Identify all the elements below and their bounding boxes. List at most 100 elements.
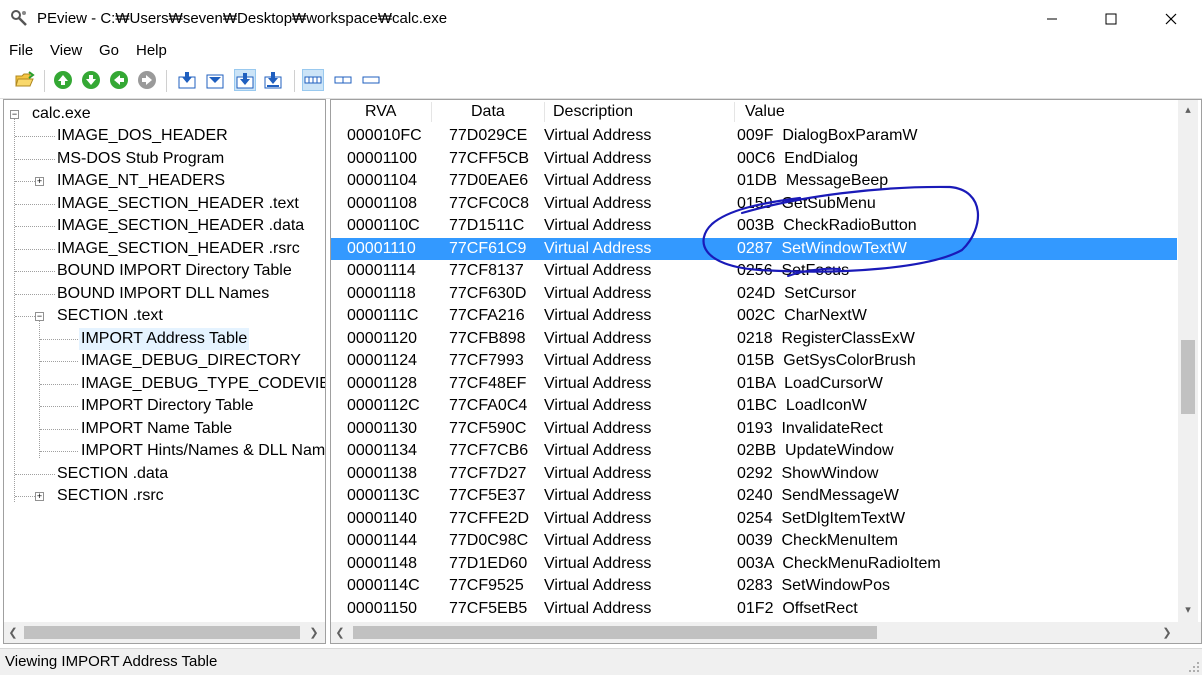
resize-grip-icon[interactable]	[1188, 661, 1200, 673]
menu-file[interactable]: File	[9, 42, 33, 59]
scroll-down-arrow-icon[interactable]: ▾	[1182, 603, 1194, 616]
table-row[interactable]: 0000114C 77CF9525 Virtual Address 0283 SetW…	[331, 575, 1177, 598]
table-row[interactable]: 00001108 77CFC0C8 Virtual Address 0159 GetS…	[331, 193, 1177, 216]
table-row[interactable]: 00001100 77CFF5CB Virtual Address 00C6 EndD…	[331, 148, 1177, 171]
tree-line	[15, 204, 55, 205]
back-button[interactable]	[52, 69, 74, 91]
tree-item-ms-dos-stub[interactable]: MS-DOS Stub Program	[57, 148, 224, 170]
expand-all-button[interactable]	[176, 69, 198, 91]
tree-item-import-directory-table[interactable]: IMPORT Directory Table	[81, 395, 254, 417]
table-row[interactable]: 0000110C 77D1511C Virtual Address 003B Chec…	[331, 215, 1177, 238]
previous-button[interactable]	[108, 69, 130, 91]
cell-data: 77CFA0C4	[449, 397, 528, 414]
table-row[interactable]: 00001110 77CF61C9 Virtual Address 0287 SetW…	[331, 237, 1177, 260]
status-text: Viewing IMPORT Address Table	[5, 653, 218, 670]
tree-hscroll-thumb[interactable]	[24, 626, 300, 639]
tree-item-import-address-table[interactable]: IMPORT Address Table	[79, 328, 250, 350]
collapse-toggle-calc-exe[interactable]: −	[10, 110, 19, 119]
tree-item-image-nt-headers[interactable]: IMAGE_NT_HEADERS	[57, 170, 225, 192]
table-row[interactable]: 00001104 77D0EAE6 Virtual Address 01DB Mess…	[331, 170, 1177, 193]
table-row[interactable]: 00001128 77CF48EF Virtual Address 01BA Load…	[331, 373, 1177, 396]
scroll-right-arrow-icon[interactable]: ❯	[1161, 626, 1173, 639]
tree-line	[15, 271, 55, 272]
tree-item-bound-import-dll-names[interactable]: BOUND IMPORT DLL Names	[57, 283, 269, 305]
expand-toggle-section-rsrc[interactable]: +	[35, 492, 44, 501]
tree-item-section-rsrc[interactable]: SECTION .rsrc	[57, 485, 164, 507]
menu-help[interactable]: Help	[136, 42, 167, 59]
tree-item-import-hints-names[interactable]: IMPORT Hints/Names & DLL Names	[81, 440, 325, 462]
table-row[interactable]: 00001134 77CF7CB6 Virtual Address 02BB Upda…	[331, 440, 1177, 463]
detail-pane[interactable]: RVA Data Description Value 000010FC 77D02…	[330, 99, 1202, 644]
cell-value: 002C CharNextW	[737, 307, 867, 324]
cell-data: 77D1ED60	[449, 554, 528, 572]
scroll-left-arrow-icon[interactable]: ❮	[7, 626, 19, 639]
tree-item-image-debug-directory[interactable]: IMAGE_DEBUG_DIRECTORY	[81, 350, 301, 372]
tree-item-image-dos-header[interactable]: IMAGE_DOS_HEADER	[57, 125, 228, 147]
cell-data: 77CF5EB5	[449, 599, 528, 617]
table-vertical-scrollbar[interactable]: ▴ ▾	[1178, 100, 1198, 622]
scroll-up-arrow-icon[interactable]: ▴	[1182, 103, 1194, 116]
collapse-toggle-section-text[interactable]: −	[35, 312, 44, 321]
tree-item-section-text[interactable]: SECTION .text	[57, 305, 163, 327]
table-row[interactable]: 00001138 77CF7D27 Virtual Address 0292 Show…	[331, 463, 1177, 486]
cell-value: 0283 SetWindowPos	[737, 577, 890, 594]
tree-item-bound-import-directory[interactable]: BOUND IMPORT Directory Table	[57, 260, 292, 282]
tree-item-section-header-text[interactable]: IMAGE_SECTION_HEADER .text	[57, 193, 299, 215]
tree-item-import-name-table[interactable]: IMPORT Name Table	[81, 418, 232, 440]
table-hscroll-thumb[interactable]	[353, 626, 877, 639]
column-separator[interactable]	[544, 102, 545, 122]
view-word-button[interactable]	[332, 69, 354, 91]
menu-go[interactable]: Go	[99, 42, 119, 59]
column-header-value[interactable]: Value	[745, 100, 785, 124]
table-row[interactable]: 0000111C 77CFA216 Virtual Address 002C Char…	[331, 305, 1177, 328]
table-row[interactable]: 00001130 77CF590C Virtual Address 0193 Inva…	[331, 418, 1177, 441]
table-row[interactable]: 00001124 77CF7993 Virtual Address 015B GetS…	[331, 350, 1177, 373]
table-row[interactable]: 00001140 77CFFE2D Virtual Address 0254 SetD…	[331, 508, 1177, 531]
cell-data: 77D0C98C	[449, 532, 529, 549]
column-header-rva[interactable]: RVA	[365, 100, 397, 124]
tree-item-calc-exe[interactable]: calc.exe	[32, 103, 91, 125]
table-row[interactable]: 00001150 77CF5EB5 Virtual Address 01F2 Offs…	[331, 598, 1177, 621]
table-row[interactable]: 00001114 77CF8137 Virtual Address 0256 SetF…	[331, 260, 1177, 283]
tree-horizontal-scrollbar[interactable]: ❮ ❯	[4, 622, 325, 643]
table-row[interactable]: 00001120 77CFB898 Virtual Address 0218 Regi…	[331, 328, 1177, 351]
tree-line	[40, 406, 78, 407]
scroll-right-arrow-icon[interactable]: ❯	[308, 626, 320, 639]
cell-rva: 00001118	[347, 284, 416, 302]
forward-button[interactable]	[80, 69, 102, 91]
collapse-button[interactable]	[204, 69, 226, 91]
tree-item-section-data[interactable]: SECTION .data	[57, 463, 168, 485]
cell-data: 77CF61C9	[449, 239, 527, 257]
table-row[interactable]: 0000112C 77CFA0C4 Virtual Address 01BC Load…	[331, 395, 1177, 418]
go-to-selected-button[interactable]	[234, 69, 256, 91]
next-button[interactable]	[136, 69, 158, 91]
table-horizontal-scrollbar[interactable]: ❮ ❯	[331, 622, 1178, 643]
scroll-left-arrow-icon[interactable]: ❮	[334, 626, 346, 639]
table-row[interactable]: 00001144 77D0C98C Virtual Address 0039 Chec…	[331, 530, 1177, 553]
cell-rva: 00001124	[347, 352, 417, 369]
tree-item-section-header-rsrc[interactable]: IMAGE_SECTION_HEADER .rsrc	[57, 238, 300, 260]
minimize-button[interactable]	[1029, 0, 1075, 38]
view-dword-button[interactable]	[360, 69, 382, 91]
table-row[interactable]: 00001148 77D1ED60 Virtual Address 003A Chec…	[331, 553, 1177, 576]
open-button[interactable]	[14, 69, 36, 91]
column-header-description[interactable]: Description	[553, 100, 634, 124]
go-to-bottom-button[interactable]	[262, 69, 284, 91]
close-button[interactable]	[1148, 0, 1194, 38]
tree-item-image-debug-type-codeview[interactable]: IMAGE_DEBUG_TYPE_CODEVIEW	[81, 373, 325, 395]
expand-toggle-nt-headers[interactable]: +	[35, 177, 44, 186]
tree-pane[interactable]: − calc.exe IMAGE_DOS_HEADER MS-DOS Stub …	[3, 99, 326, 644]
column-separator[interactable]	[734, 102, 735, 122]
table-row[interactable]: 0000113C 77CF5E37 Virtual Address 0240 Send…	[331, 485, 1177, 508]
column-separator[interactable]	[431, 102, 432, 122]
column-header-data[interactable]: Data	[471, 100, 505, 124]
table-row[interactable]: 00001118 77CF630D Virtual Address 024D SetC…	[331, 283, 1177, 306]
cell-description: Virtual Address	[544, 554, 652, 572]
table-vscroll-thumb[interactable]	[1181, 340, 1195, 414]
cell-description: Virtual Address	[544, 442, 652, 459]
view-byte-button[interactable]	[302, 69, 324, 91]
tree-item-section-header-data[interactable]: IMAGE_SECTION_HEADER .data	[57, 215, 304, 237]
menu-view[interactable]: View	[50, 42, 82, 59]
maximize-button[interactable]	[1088, 0, 1134, 38]
table-row[interactable]: 000010FC 77D029CE Virtual Address 009F Dial…	[331, 125, 1177, 148]
